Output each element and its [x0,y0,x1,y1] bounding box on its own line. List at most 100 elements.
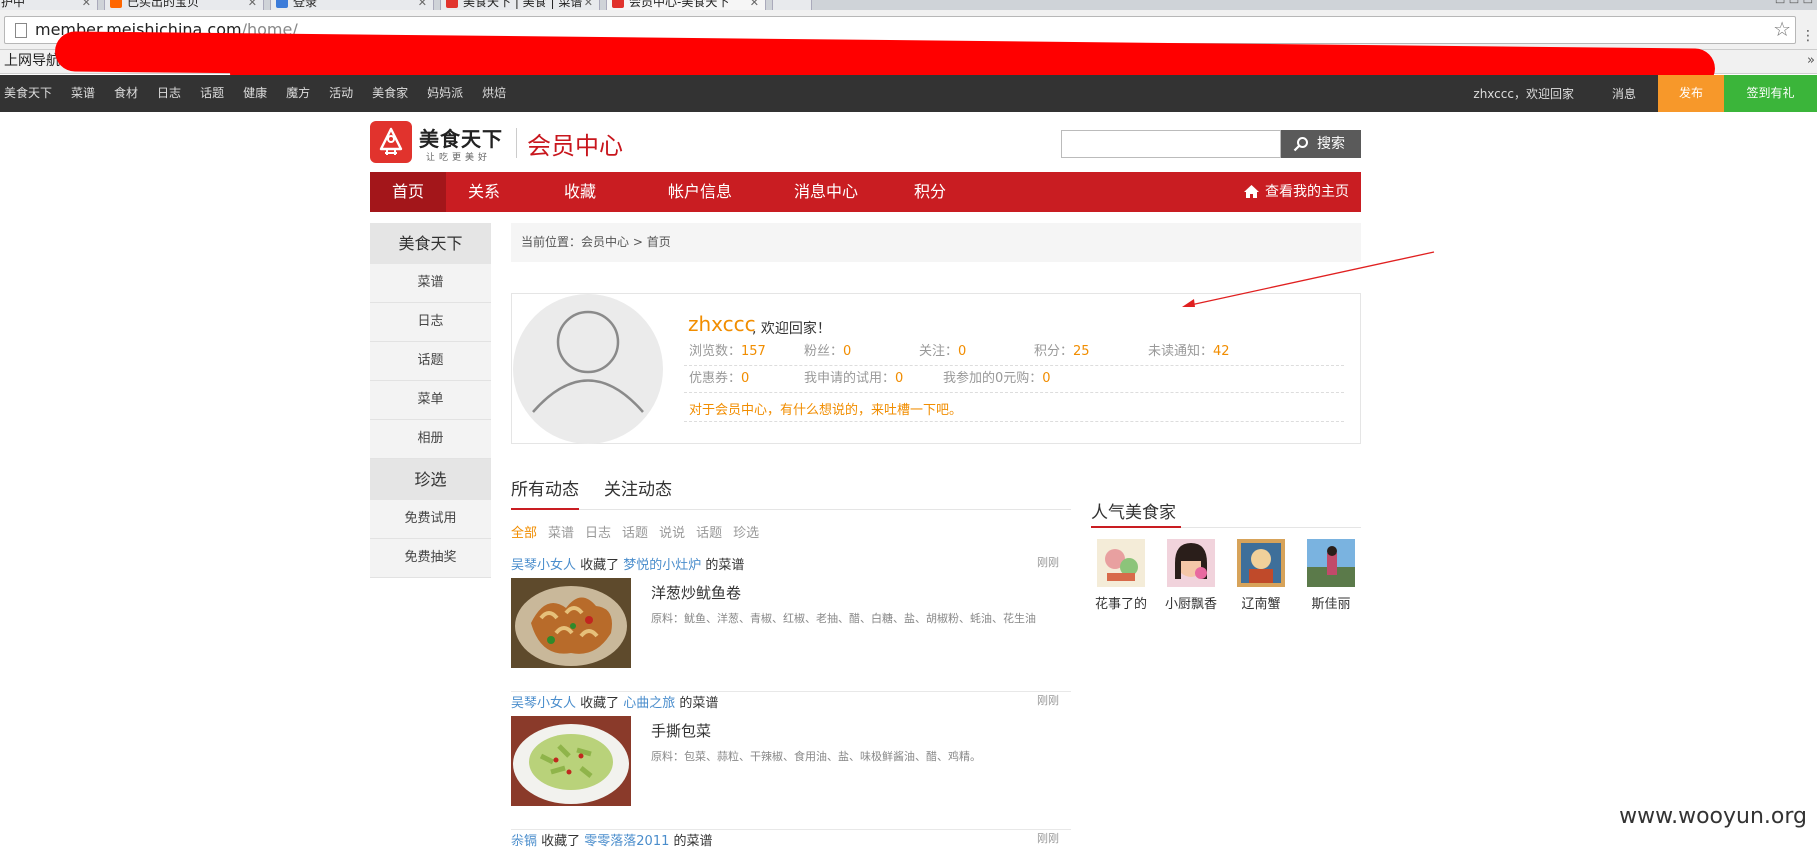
annotation-arrow-icon [1182,251,1435,307]
menu-icon[interactable]: ⋮ [1801,28,1815,44]
topnav-item[interactable]: 食材 [110,75,142,112]
nav-tab-home[interactable]: 首页 [370,172,446,212]
cook-card[interactable]: 斯佳丽 [1302,539,1360,612]
topnav-item[interactable]: 妈妈派 [423,75,467,112]
browser-tab[interactable]: 护中 ✕ [0,0,98,10]
topnav-item[interactable]: 美食家 [368,75,412,112]
stat-coupons[interactable]: 优惠券：0 [689,366,749,392]
close-icon[interactable]: ✕ [584,0,593,10]
tab-all-activity[interactable]: 所有动态 [511,475,579,510]
cook-card[interactable]: 花事了的 [1092,539,1150,612]
filter-recipes[interactable]: 菜谱 [548,522,574,541]
stat-following[interactable]: 关注：0 [919,339,966,365]
topnav-item[interactable]: 活动 [325,75,357,112]
tab-following-activity[interactable]: 关注动态 [604,475,672,500]
filter-topics[interactable]: 话题 [622,522,648,541]
filter-blog[interactable]: 日志 [585,522,611,541]
recipe-ingredients: 原料：鱿鱼、洋葱、青椒、红椒、老抽、醋、白糖、盐、胡椒粉、蚝油、花生油 [651,612,1036,625]
topnav-item[interactable]: 魔方 [282,75,314,112]
sidebar-item-topics[interactable]: 话题 [370,342,491,381]
feed-user-link[interactable]: 吴琴小女人 [511,558,576,573]
username[interactable]: zhxccc [688,312,756,336]
tab-label: 已买出的宝贝 [127,0,200,9]
stat-zero-buy[interactable]: 我参加的0元购：0 [943,366,1051,392]
stat-points[interactable]: 积分：25 [1034,339,1090,365]
browser-tab[interactable]: 美食天下 | 美食 | 菜谱 ✕ [440,0,600,10]
stat-trials[interactable]: 我申请的试用：0 [804,366,903,392]
close-icon[interactable]: ✕ [418,0,427,10]
filter-all[interactable]: 全部 [511,522,537,541]
close-icon[interactable]: ✕ [248,0,257,10]
sidebar-item-free-lottery[interactable]: 免费抽奖 [370,539,491,578]
stat-value: 0 [895,371,904,386]
nav-tab-points[interactable]: 积分 [892,172,968,212]
feed-target-link[interactable]: 梦悦的小灶炉 [623,558,701,573]
publish-button[interactable]: 发布 [1658,75,1724,112]
search-button[interactable]: 搜索 [1281,130,1361,158]
topnav-item[interactable]: 话题 [196,75,228,112]
cook-avatar[interactable] [1097,539,1145,587]
sidebar-item-free-trial[interactable]: 免费试用 [370,500,491,539]
topnav-item[interactable]: 健康 [239,75,271,112]
cook-name[interactable]: 辽南蟹 [1232,593,1290,612]
star-icon[interactable]: ☆ [1773,16,1791,42]
topnav-item[interactable]: 日志 [153,75,185,112]
messages-link[interactable]: 消息 [1612,85,1636,102]
breadcrumb-path[interactable]: 会员中心 > 首页 [581,235,671,249]
sidebar-item-album[interactable]: 相册 [370,420,491,459]
new-tab-button[interactable] [772,0,812,10]
user-greeting-link[interactable]: zhxccc，欢迎回家 [1473,85,1574,102]
close-icon[interactable]: ✕ [750,0,759,10]
browser-tab-active[interactable]: 会员中心-美食天下 ✕ [606,0,766,10]
cook-name[interactable]: 斯佳丽 [1302,593,1360,612]
cook-avatar[interactable] [1167,539,1215,587]
nav-tab-account[interactable]: 帐户信息 [640,172,760,212]
topbar-nav: 美食天下 菜谱 食材 日志 话题 健康 魔方 活动 美食家 妈妈派 烘焙 [0,75,521,112]
cook-name[interactable]: 花事了的 [1092,593,1150,612]
filter-posts[interactable]: 说说 [659,522,685,541]
topnav-item[interactable]: 美食天下 [0,75,56,112]
filter-picks[interactable]: 珍选 [733,522,759,541]
nav-tab-relations[interactable]: 关系 [446,172,522,212]
browser-tab[interactable]: 已买出的宝贝 ✕ [104,0,264,10]
browser-tab[interactable]: 登录 ✕ [270,0,434,10]
bookmark-item[interactable]: 上网导航 [4,53,60,69]
recipe-thumbnail[interactable] [511,578,631,668]
feed-target-link[interactable]: 心曲之旅 [623,696,675,711]
avatar[interactable] [513,294,663,444]
feed-item: 吴琴小女人 收藏了 梦悦的小灶炉 的菜谱 刚刚 洋葱炒鱿鱼卷 原料：鱿鱼、洋葱、… [511,554,1071,692]
cook-avatar[interactable] [1307,539,1355,587]
topnav-item[interactable]: 菜谱 [67,75,99,112]
recipe-title[interactable]: 洋葱炒鱿鱼卷 [651,582,741,603]
topnav-item[interactable]: 烘焙 [478,75,510,112]
window-controls[interactable]: ▭ ▭ ▭ [1775,0,1813,7]
nav-tab-messages[interactable]: 消息中心 [766,172,886,212]
feed-activity-line: 尜镉 收藏了 零零落落2011 的菜谱 [511,830,713,849]
logo-text[interactable]: 美食天下 [419,123,503,152]
filter-topics-2[interactable]: 话题 [696,522,722,541]
feed-user-link[interactable]: 吴琴小女人 [511,696,576,711]
sign-in-gift-button[interactable]: 签到有礼 [1724,75,1817,112]
sidebar-item-recipes[interactable]: 菜谱 [370,264,491,303]
close-icon[interactable]: ✕ [82,0,91,10]
cook-name[interactable]: 小厨飘香 [1162,593,1220,612]
my-homepage-link[interactable]: 查看我的主页 [1243,172,1349,212]
sidebar: 美食天下 菜谱 日志 话题 菜单 相册 珍选 免费试用 免费抽奖 [370,223,491,578]
tab-label: 会员中心-美食天下 [629,0,730,9]
feedback-link[interactable]: 对于会员中心，有什么想说的，来吐槽一下吧。 [689,399,962,418]
stat-unread[interactable]: 未读通知：42 [1148,339,1230,365]
meishi-icon [612,0,624,8]
stat-fans[interactable]: 粉丝：0 [804,339,851,365]
recipe-title[interactable]: 手撕包菜 [651,720,711,741]
logo-icon[interactable] [370,121,412,163]
sidebar-item-blog[interactable]: 日志 [370,303,491,342]
cook-card[interactable]: 小厨飘香 [1162,539,1220,612]
sidebar-item-menus[interactable]: 菜单 [370,381,491,420]
chevron-right-icon[interactable]: » [1807,50,1815,72]
nav-tab-favorites[interactable]: 收藏 [530,172,630,212]
search-input[interactable] [1061,130,1281,158]
cook-card[interactable]: 辽南蟹 [1232,539,1290,612]
cook-avatar[interactable] [1237,539,1285,587]
stat-views[interactable]: 浏览数：157 [689,339,766,365]
recipe-thumbnail[interactable] [511,716,631,806]
